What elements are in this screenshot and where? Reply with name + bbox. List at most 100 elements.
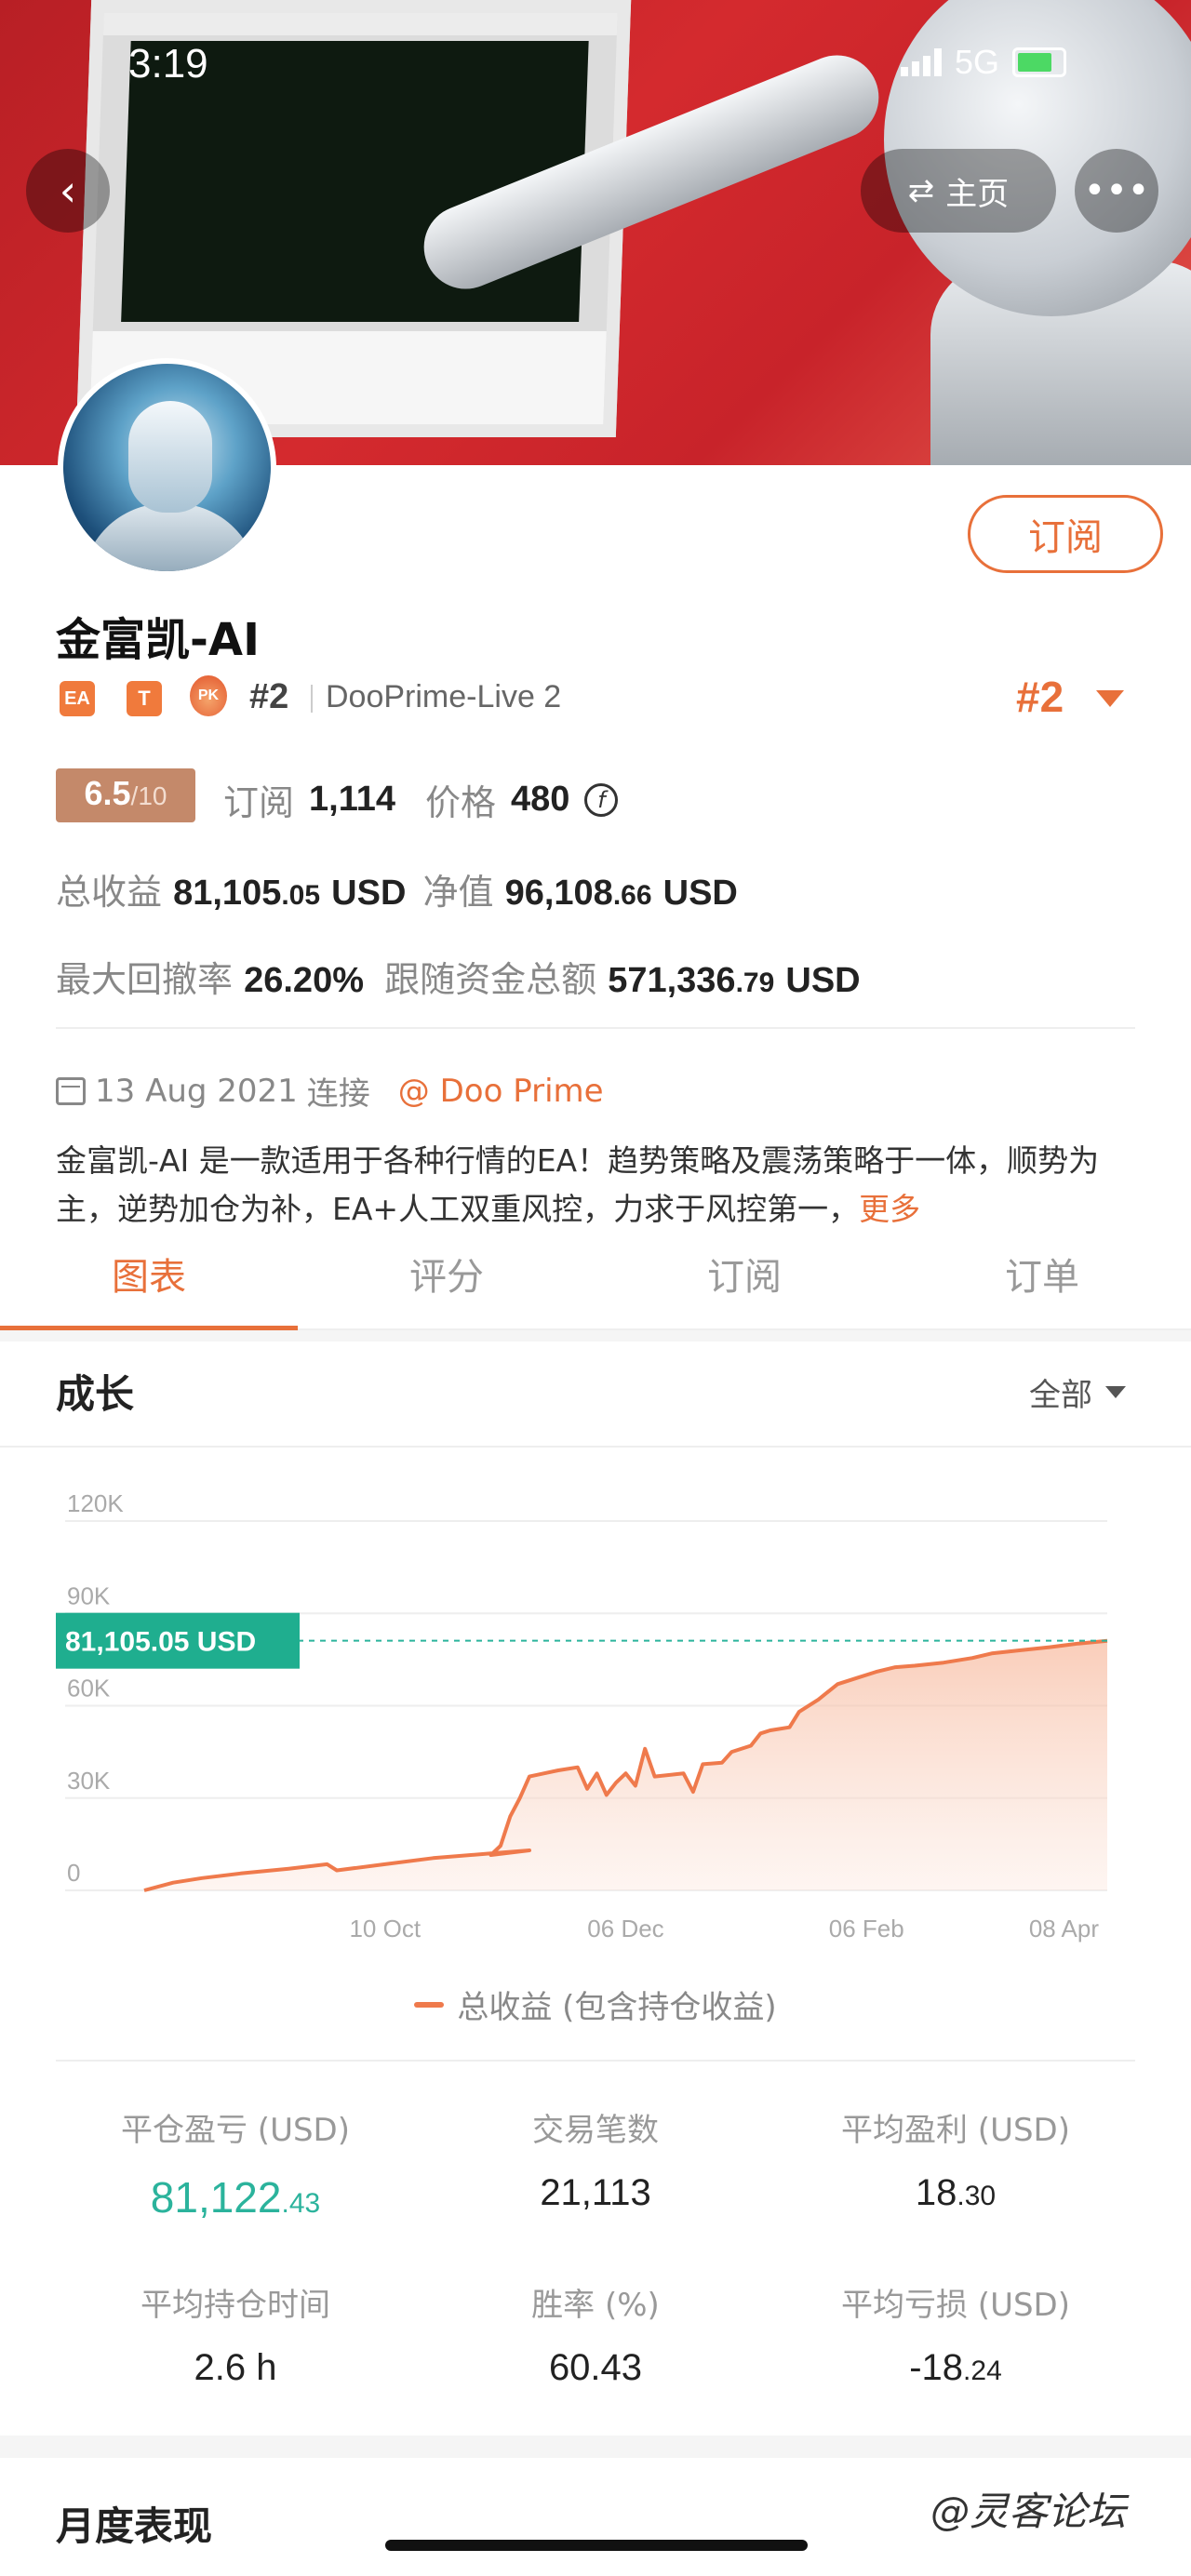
x-tick-label: 08 Apr xyxy=(1029,1915,1100,1942)
t-badge: T xyxy=(127,681,162,716)
divider xyxy=(56,2060,1135,2062)
stat-label: 胜率 (%) xyxy=(531,2287,660,2324)
total-profit-label: 总收益 xyxy=(56,872,163,913)
y-tick-label: 0 xyxy=(67,1859,80,1887)
profit-row: 总收益 81,105.05 USD 净值 96,108.66 USD xyxy=(56,863,738,914)
stat-value-int: 2.6 h xyxy=(194,2347,277,2388)
stat-value: 2.6 h xyxy=(56,2347,415,2389)
divider xyxy=(56,1027,1135,1029)
tab-subscription[interactable]: 订阅 xyxy=(596,1219,893,1328)
legend-label: 总收益 (包含持仓收益) xyxy=(457,1989,777,2026)
score-max: /10 xyxy=(130,781,167,810)
subscribe-button[interactable]: 订阅 xyxy=(968,495,1163,573)
y-tick-label: 120K xyxy=(67,1489,124,1517)
total-profit-unit: USD xyxy=(331,874,407,913)
home-label: 主页 xyxy=(945,175,1010,213)
section-separator xyxy=(0,1330,1191,1341)
growth-chart[interactable]: 120K 90K 60K 30K 0 10 Oct 06 Dec 06 Feb 08 Apr 81… xyxy=(0,1470,1191,1954)
connect-row: 13 Aug 2021 连接 @ Doo Prime xyxy=(56,1068,604,1114)
more-dots-icon: ••• xyxy=(1083,169,1150,212)
stat-value-int: 21,113 xyxy=(540,2172,651,2213)
follow-funds-int: 571,336 xyxy=(608,961,736,1000)
status-icons: 5G xyxy=(901,43,1067,82)
max-drawdown-label: 最大回撤率 xyxy=(56,959,234,1000)
max-drawdown-value: 26.20% xyxy=(244,961,364,1000)
stat-value-int: 18 xyxy=(915,2172,957,2213)
avatar[interactable] xyxy=(58,358,276,577)
stat-label: 交易笔数 xyxy=(532,2112,659,2149)
calendar-icon xyxy=(56,1076,86,1105)
battery-icon xyxy=(1012,47,1067,77)
watermark: @灵客论坛 xyxy=(930,2489,1127,2534)
rank-small: #2 xyxy=(249,677,289,716)
section-separator xyxy=(0,2436,1191,2458)
home-indicator[interactable] xyxy=(385,2540,808,2551)
legend-swatch xyxy=(414,2001,445,2008)
stat-win-rate: 胜率 (%) 60.43 xyxy=(416,2279,775,2389)
stat-trade-count: 交易笔数 21,113 xyxy=(416,2104,775,2214)
growth-title: 成长 xyxy=(56,1371,135,1417)
chart-legend: 总收益 (包含持仓收益) xyxy=(0,1982,1191,2027)
subscription-price-row: 订阅 1,114 价格 480 f xyxy=(223,774,619,825)
stat-label: 平均盈利 (USD) xyxy=(841,2112,1070,2149)
stat-value: 21,113 xyxy=(416,2172,775,2214)
equity-label: 净值 xyxy=(422,872,494,913)
stat-value-frac: .24 xyxy=(963,2356,1002,2386)
price-label: 价格 xyxy=(425,782,497,823)
tab-orders[interactable]: 订单 xyxy=(893,1219,1191,1328)
total-profit-int: 81,105 xyxy=(173,874,282,913)
stat-value-int: 81,122 xyxy=(150,2173,282,2222)
more-button[interactable]: ••• xyxy=(1075,149,1158,233)
range-dropdown[interactable]: 全部 xyxy=(1029,1369,1126,1415)
equity-unit: USD xyxy=(662,874,738,913)
subscriptions-value: 1,114 xyxy=(309,780,396,819)
tab-rating[interactable]: 评分 xyxy=(298,1219,596,1328)
follow-funds-label: 跟随资金总额 xyxy=(384,959,597,1000)
series-area xyxy=(144,1640,1107,1890)
y-tick-label: 60K xyxy=(67,1675,111,1702)
network-label: 5G xyxy=(955,43,1000,81)
strategy-name: 金富凯-AI xyxy=(56,614,260,666)
tab-bar: 图表 评分 订阅 订单 xyxy=(0,1219,1191,1330)
stat-avg-profit: 平均盈利 (USD) 18.30 xyxy=(776,2104,1135,2214)
stat-value-int: 60.43 xyxy=(548,2347,643,2388)
subscriptions-label: 订阅 xyxy=(223,782,295,823)
price-value: 480 xyxy=(511,780,570,819)
stat-label: 平均亏损 (USD) xyxy=(841,2287,1070,2324)
stat-value: 18.30 xyxy=(776,2172,1135,2214)
pk-fire-icon: PK xyxy=(190,675,227,716)
follow-funds-unit: USD xyxy=(785,961,861,1000)
coin-icon: f xyxy=(584,782,619,817)
equity-frac: .66 xyxy=(612,880,652,911)
score-value: 6.5 xyxy=(84,774,131,812)
x-tick-label: 06 Dec xyxy=(587,1915,663,1942)
chevron-left-icon: ‹ xyxy=(59,166,77,216)
score-badge: 6.5/10 xyxy=(56,768,195,822)
rank-dropdown[interactable]: #2 xyxy=(1016,672,1064,722)
total-profit-frac: .05 xyxy=(281,880,321,911)
y-tick-label: 90K xyxy=(67,1582,111,1609)
stat-value-int: -18 xyxy=(909,2347,964,2388)
stat-value-frac: .43 xyxy=(281,2188,321,2219)
connect-suffix: 连接 xyxy=(306,1075,370,1113)
stat-closed-pnl: 平仓盈亏 (USD) 81,122.43 xyxy=(56,2104,415,2222)
description-text: 金富凯-AI 是一款适用于各种行情的EA！趋势策略及震荡策略于一体，顺势为主，逆… xyxy=(56,1142,1100,1227)
stat-value: 60.43 xyxy=(416,2347,775,2389)
y-tick-label: 30K xyxy=(67,1767,111,1795)
caret-down-icon[interactable] xyxy=(1096,690,1124,707)
home-button[interactable]: ⇄ 主页 xyxy=(861,149,1056,233)
stat-label: 平仓盈亏 (USD) xyxy=(121,2112,350,2149)
divider xyxy=(0,1446,1191,1448)
range-value: 全部 xyxy=(1029,1377,1092,1414)
stat-value: -18.24 xyxy=(776,2347,1135,2389)
stat-label: 平均持仓时间 xyxy=(141,2287,330,2324)
connect-date: 13 Aug 2021 xyxy=(95,1072,298,1110)
stat-value: 81,122.43 xyxy=(56,2172,415,2222)
drawdown-row: 最大回撤率 26.20% 跟随资金总额 571,336.79 USD xyxy=(56,951,861,1002)
back-button[interactable]: ‹ xyxy=(26,149,110,233)
stat-value-frac: .30 xyxy=(957,2181,997,2211)
broker-link[interactable]: @ Doo Prime xyxy=(398,1073,604,1110)
tab-chart[interactable]: 图表 xyxy=(0,1219,298,1330)
stat-avg-loss: 平均亏损 (USD) -18.24 xyxy=(776,2279,1135,2389)
caret-down-icon xyxy=(1105,1386,1126,1398)
